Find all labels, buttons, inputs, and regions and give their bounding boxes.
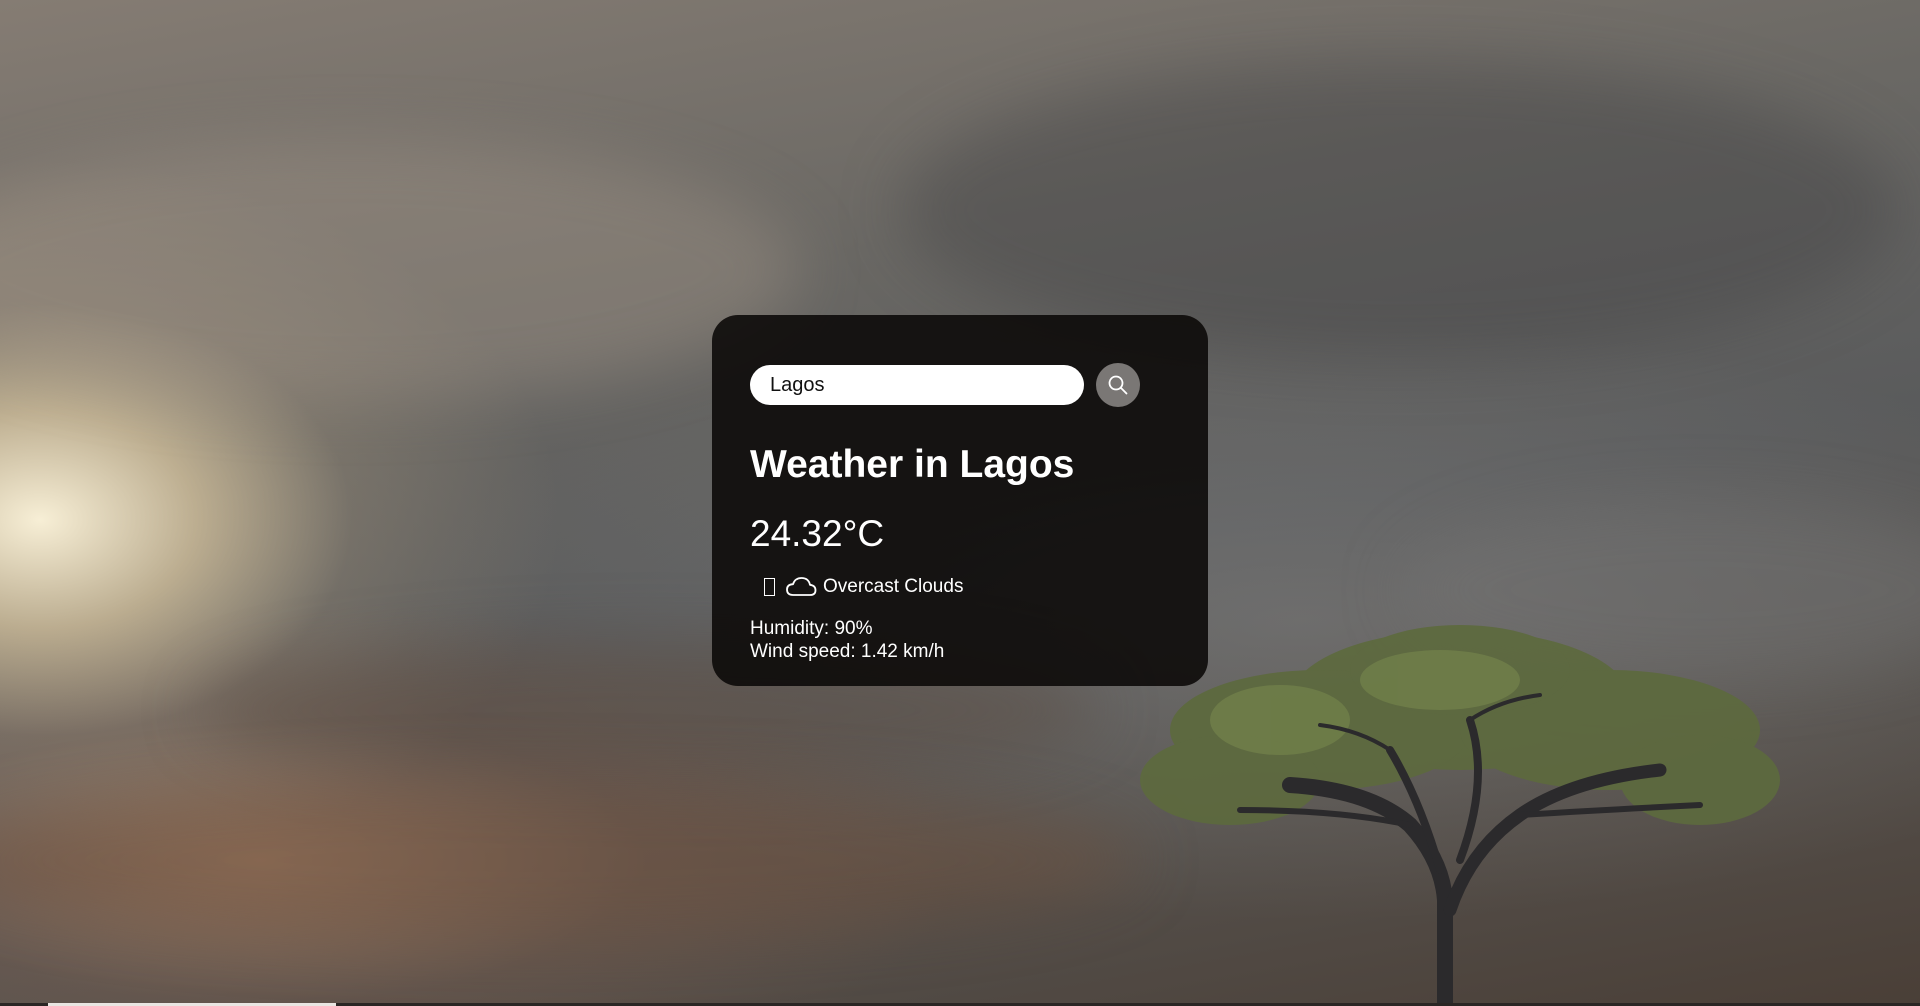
weather-description: Overcast Clouds <box>823 576 964 597</box>
humidity: Humidity: 90% <box>750 618 873 639</box>
weather-title: Weather in Lagos <box>750 443 1075 486</box>
search-button[interactable] <box>1096 363 1140 407</box>
missing-image-icon <box>764 578 775 596</box>
weather-stats: Humidity: 90% Wind speed: 1.42 km/h <box>750 617 1170 663</box>
city-search-input[interactable] <box>750 365 1084 405</box>
cloud-icon <box>786 577 817 596</box>
temperature: 24.32°C <box>750 513 885 554</box>
weather-description-row: Overcast Clouds <box>750 573 1170 601</box>
search-bar <box>750 363 1170 407</box>
search-icon <box>1108 375 1128 395</box>
wind-speed: Wind speed: 1.42 km/h <box>750 641 945 662</box>
tree-image <box>1140 625 1780 1006</box>
weather-card: Weather in Lagos 24.32°C Overcast Clouds… <box>712 315 1208 686</box>
